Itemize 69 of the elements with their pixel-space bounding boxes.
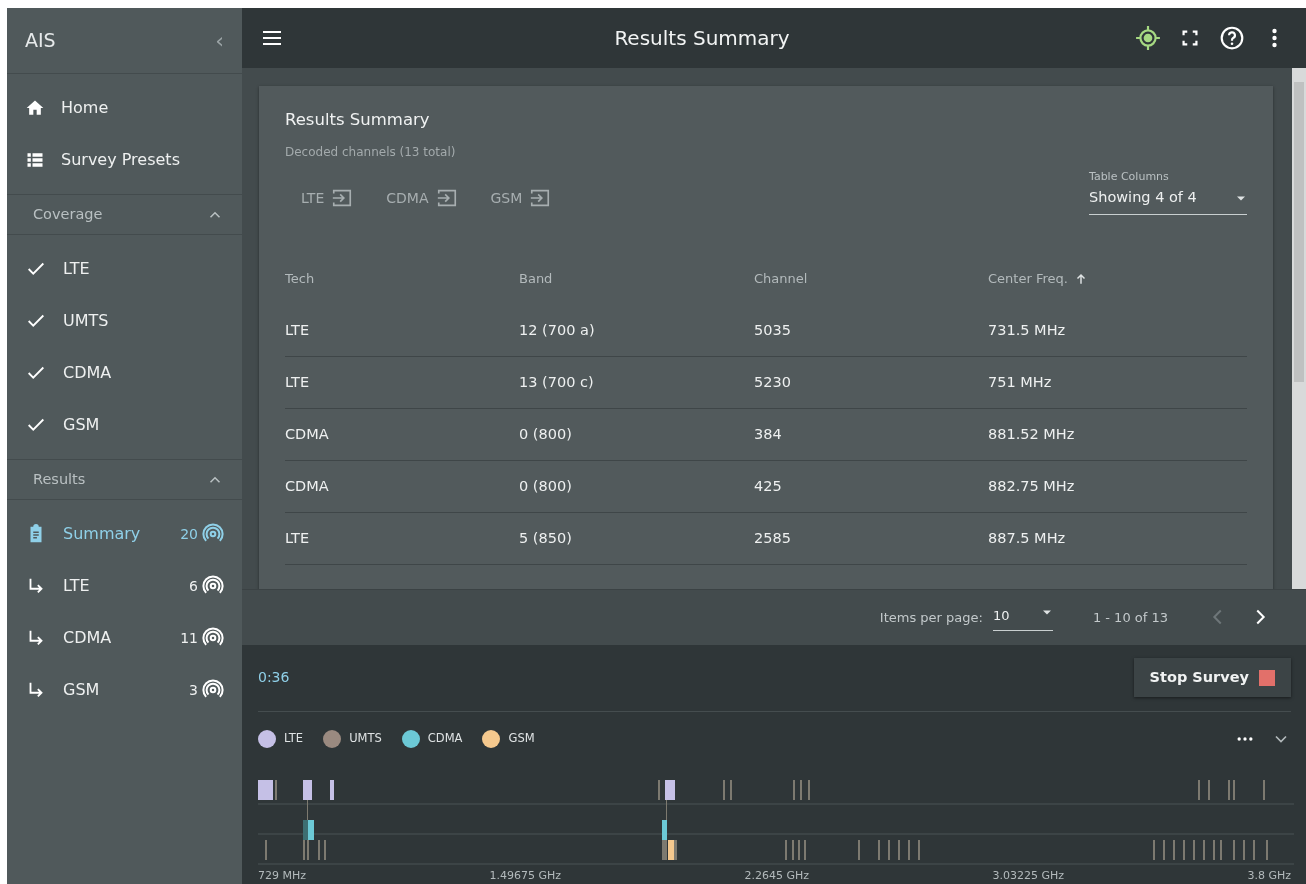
legend-label: LTE bbox=[284, 729, 304, 747]
export-button[interactable]: GSM bbox=[474, 181, 569, 216]
table-cell: 887.5 MHz bbox=[988, 513, 1247, 566]
legend-label: UMTS bbox=[349, 729, 382, 747]
table-cell: 731.5 MHz bbox=[988, 305, 1247, 358]
help-icon bbox=[1219, 25, 1245, 52]
legend-label: GSM bbox=[508, 729, 535, 747]
table-cell: 5 (850) bbox=[519, 513, 754, 566]
table-cell: 384 bbox=[754, 409, 988, 462]
result-count: 3 bbox=[189, 680, 198, 700]
table-cell: LTE bbox=[285, 357, 519, 410]
nav-item[interactable]: GSM bbox=[7, 399, 242, 451]
table-cell: CDMA bbox=[285, 461, 519, 514]
nav-item[interactable]: LTE 6 bbox=[7, 560, 242, 612]
axis-label: 729 MHz bbox=[258, 867, 307, 884]
scrollbar[interactable] bbox=[1292, 68, 1306, 590]
table-cell: 0 (800) bbox=[519, 409, 754, 462]
section-title: Coverage bbox=[33, 204, 103, 224]
page-range: 1 - 10 of 13 bbox=[1092, 608, 1168, 627]
column-header[interactable]: Channel bbox=[754, 253, 988, 306]
table-cell: 425 bbox=[754, 461, 988, 514]
table-cell: 751 MHz bbox=[988, 357, 1247, 410]
table-cell: CDMA bbox=[285, 409, 519, 462]
nav-item[interactable]: Survey Presets bbox=[7, 134, 242, 186]
nav-item[interactable]: LTE bbox=[7, 243, 242, 295]
column-select[interactable]: Showing 4 of 4 bbox=[1089, 185, 1247, 216]
more-vertical-icon bbox=[1271, 28, 1277, 49]
legend-label: CDMA bbox=[427, 729, 463, 747]
result-count: 6 bbox=[189, 576, 198, 596]
home-icon bbox=[25, 98, 45, 118]
elapsed-time: 0:36 bbox=[258, 668, 290, 687]
table-cell: 881.52 MHz bbox=[988, 409, 1247, 462]
nav-item[interactable]: CDMA bbox=[7, 347, 242, 399]
table-cell: 5035 bbox=[754, 305, 988, 358]
column-header[interactable]: Tech bbox=[285, 253, 519, 306]
card-subtitle: Decoded channels (13 total) bbox=[285, 144, 457, 162]
app-title: AIS bbox=[25, 28, 56, 54]
page-title: Results Summary bbox=[613, 25, 791, 53]
export-button[interactable]: CDMA bbox=[370, 181, 475, 216]
nav-item[interactable]: GSM 3 bbox=[7, 664, 242, 716]
stop-survey-button[interactable]: Stop Survey bbox=[1133, 657, 1291, 698]
axis-label: 2.2645 GHz bbox=[744, 867, 809, 884]
nav-item[interactable]: Home bbox=[7, 82, 242, 134]
table-cell: 0 (800) bbox=[519, 461, 754, 514]
table-cell: LTE bbox=[285, 513, 519, 566]
card-title: Results Summary bbox=[285, 109, 431, 132]
list-icon bbox=[25, 150, 45, 170]
items-per-page-label: Items per page: bbox=[879, 608, 983, 627]
result-count: 11 bbox=[180, 628, 198, 648]
axis-label: 1.49675 GHz bbox=[489, 867, 561, 884]
axis-label: 3.8 GHz bbox=[1247, 867, 1291, 884]
table-cell: LTE bbox=[285, 305, 519, 358]
field-label: Table Columns bbox=[1089, 168, 1170, 185]
nav-item[interactable]: Summary 20 bbox=[7, 508, 242, 560]
table-cell: 13 (700 c) bbox=[519, 357, 754, 410]
nav-item[interactable]: CDMA 11 bbox=[7, 612, 242, 664]
page-size-select[interactable]: 10 bbox=[992, 604, 1053, 631]
table-cell: 12 (700 a) bbox=[519, 305, 754, 358]
nav-item[interactable]: UMTS bbox=[7, 295, 242, 347]
axis-label: 3.03225 GHz bbox=[992, 867, 1064, 884]
column-header[interactable]: Band bbox=[519, 253, 754, 306]
location-button[interactable] bbox=[1134, 24, 1162, 53]
table-cell: 882.75 MHz bbox=[988, 461, 1247, 514]
result-count: 20 bbox=[180, 524, 198, 544]
crosshair-icon bbox=[1135, 25, 1161, 52]
table-cell: 5230 bbox=[754, 357, 988, 410]
table-cell: 2585 bbox=[754, 513, 988, 566]
column-header[interactable]: Center Freq. bbox=[988, 253, 1247, 306]
section-title: Results bbox=[33, 469, 86, 489]
